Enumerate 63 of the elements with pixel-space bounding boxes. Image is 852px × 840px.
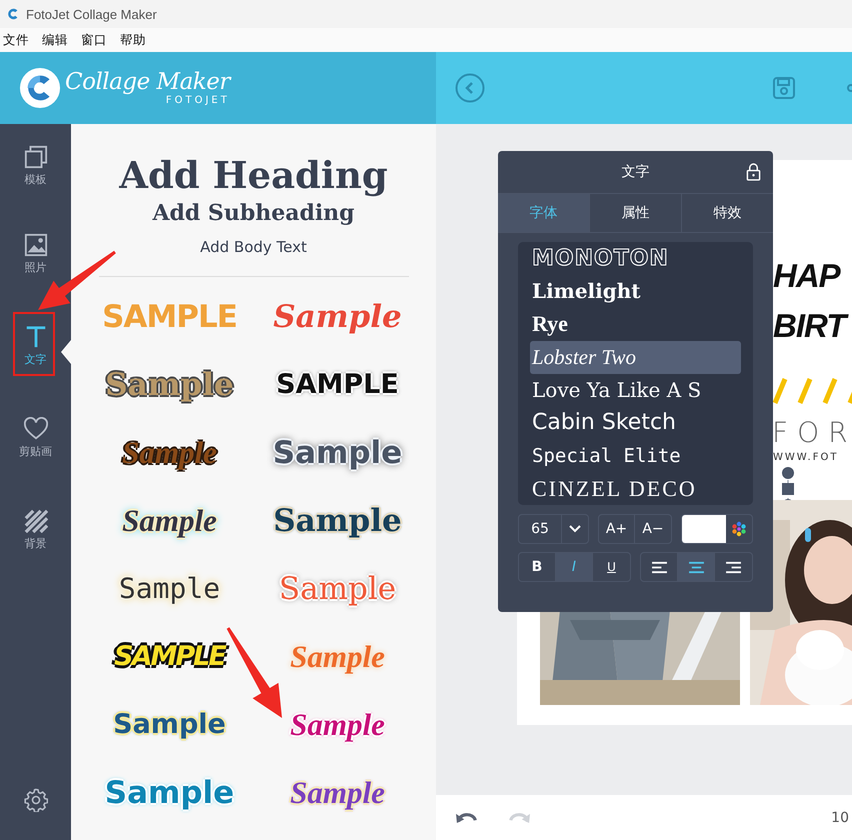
sidebar-item[interactable]: 背景 bbox=[0, 484, 71, 576]
text-style-sample[interactable]: Sample bbox=[114, 574, 224, 604]
add-body-text-button[interactable]: Add Body Text bbox=[200, 238, 307, 256]
add-subheading-button[interactable]: Add Subheading bbox=[152, 198, 355, 228]
font-size-dropdown[interactable]: 65 bbox=[518, 514, 589, 544]
color-picker[interactable] bbox=[681, 514, 753, 544]
align-center-button[interactable] bbox=[678, 553, 715, 581]
add-heading-button[interactable]: Add Heading bbox=[119, 150, 388, 200]
align-left-icon bbox=[650, 560, 668, 574]
text-style-sample[interactable]: Sample bbox=[269, 300, 406, 334]
window-title: FotoJet Collage Maker bbox=[26, 6, 157, 22]
highlight-frame bbox=[13, 312, 55, 376]
palette-icon bbox=[731, 521, 747, 537]
heart-icon bbox=[24, 417, 48, 441]
image-icon bbox=[24, 233, 48, 257]
tab[interactable]: 字体 bbox=[498, 194, 590, 232]
align-center-icon bbox=[688, 560, 704, 574]
zoom-level: 10 bbox=[831, 810, 849, 826]
undo-icon[interactable] bbox=[456, 810, 478, 825]
text-style-sample[interactable]: Sample bbox=[118, 504, 221, 538]
settings-icon[interactable] bbox=[24, 788, 48, 812]
app-icon bbox=[6, 7, 20, 21]
sidebar-item[interactable]: 照片 bbox=[0, 208, 71, 300]
logo-brand: FOTOJET bbox=[166, 96, 230, 106]
sidebar-item[interactable]: 剪贴画 bbox=[0, 392, 71, 484]
text-style-sample[interactable]: Sample bbox=[286, 708, 389, 742]
canvas-url: WWW.FOT bbox=[773, 452, 838, 463]
font-option[interactable]: Limelight bbox=[530, 274, 741, 308]
canvas-tagline: FOR bbox=[772, 416, 852, 449]
font-option[interactable]: MONOTON bbox=[530, 242, 741, 275]
text-style-button[interactable]: U bbox=[593, 553, 630, 581]
font-option[interactable]: Lobster Two bbox=[530, 340, 741, 374]
text-style-sample[interactable]: Sample bbox=[109, 710, 230, 740]
logo-name: Collage Maker bbox=[65, 70, 230, 94]
font-option[interactable]: Special Elite bbox=[530, 439, 741, 472]
lock-icon[interactable] bbox=[746, 162, 761, 181]
text-style-sample[interactable]: Sample bbox=[268, 436, 406, 470]
sidebar-item[interactable]: 模板 bbox=[0, 124, 71, 208]
menu-item[interactable]: 窗口 bbox=[81, 32, 107, 48]
decrease-size-button[interactable]: A− bbox=[635, 515, 671, 543]
panel-title: 文字 bbox=[622, 163, 650, 181]
layers-icon bbox=[24, 145, 48, 169]
menu-item[interactable]: 编辑 bbox=[42, 32, 68, 48]
menu-item[interactable]: 文件 bbox=[3, 32, 29, 48]
menu-item[interactable]: 帮助 bbox=[120, 32, 146, 48]
tab[interactable]: 属性 bbox=[590, 194, 682, 232]
text-style-sample[interactable]: Sample bbox=[118, 436, 221, 470]
text-style-button[interactable]: I bbox=[556, 553, 593, 581]
stripes-icon bbox=[24, 509, 48, 533]
font-option[interactable]: Cabin Sketch bbox=[530, 406, 741, 440]
canvas-title: HAP bbox=[773, 256, 840, 296]
text-style-sample[interactable]: Sample bbox=[100, 776, 238, 810]
chevron-down-icon bbox=[568, 524, 582, 534]
increase-size-button[interactable]: A+ bbox=[599, 515, 635, 543]
text-style-sample[interactable]: Sample bbox=[286, 776, 389, 810]
logo-icon bbox=[19, 67, 61, 109]
align-right-icon bbox=[725, 560, 742, 574]
font-option[interactable]: CINZEL DECO bbox=[530, 472, 741, 505]
font-option[interactable]: Rye bbox=[530, 308, 741, 341]
tab[interactable]: 特效 bbox=[682, 194, 773, 232]
text-style-sample[interactable]: Sample bbox=[269, 504, 406, 538]
text-style-sample[interactable]: SAMPLE bbox=[272, 370, 403, 400]
font-option[interactable]: Love Ya Like A S bbox=[530, 374, 741, 406]
